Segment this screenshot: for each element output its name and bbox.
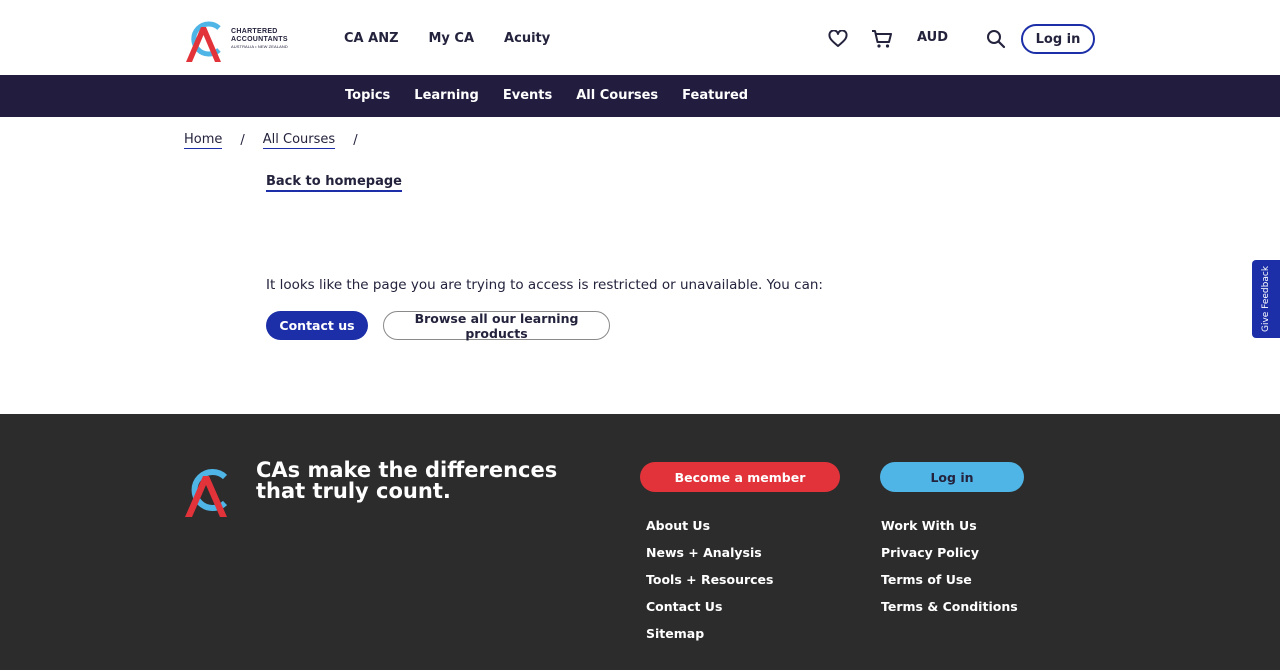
footer-links-col2: Work With Us Privacy Policy Terms of Use… — [881, 517, 1018, 625]
footer-tagline: CAs make the differences that truly coun… — [256, 458, 558, 503]
become-member-button[interactable]: Become a member — [640, 462, 840, 492]
footer-link-terms-of-use[interactable]: Terms of Use — [881, 571, 1018, 588]
breadcrumb-separator: / — [353, 133, 358, 148]
give-feedback-label: Give Feedback — [1261, 265, 1271, 333]
logo-text-chartered: CHARTERED — [231, 28, 278, 35]
logo-text-accountants: ACCOUNTANTS — [231, 36, 288, 43]
subnav-topics[interactable]: Topics — [345, 87, 390, 105]
subnav-all-courses[interactable]: All Courses — [576, 87, 658, 105]
footer-link-sitemap[interactable]: Sitemap — [646, 625, 773, 642]
footer-logo-icon — [185, 469, 228, 517]
breadcrumb-home[interactable]: Home — [184, 132, 223, 149]
heart-icon[interactable] — [827, 28, 849, 50]
footer-link-news-analysis[interactable]: News + Analysis — [646, 544, 773, 561]
breadcrumb: Home / All Courses / — [184, 132, 376, 149]
footer-link-contact-us[interactable]: Contact Us — [646, 598, 773, 615]
back-to-homepage-link[interactable]: Back to homepage — [266, 174, 402, 192]
nav-my-ca[interactable]: My CA — [429, 30, 475, 48]
subnav-featured[interactable]: Featured — [682, 87, 748, 105]
nav-acuity[interactable]: Acuity — [504, 30, 550, 48]
top-nav: CA ANZ My CA Acuity — [344, 30, 580, 48]
subnav-events[interactable]: Events — [503, 87, 552, 105]
footer-link-privacy-policy[interactable]: Privacy Policy — [881, 544, 1018, 561]
header-login-button[interactable]: Log in — [1021, 24, 1095, 54]
top-header: CHARTERED ACCOUNTANTS AUSTRALIA • NEW ZE… — [0, 0, 1280, 75]
subnav-learning[interactable]: Learning — [414, 87, 479, 105]
breadcrumb-separator: / — [240, 133, 245, 148]
restricted-message: It looks like the page you are trying to… — [266, 277, 823, 293]
cart-icon[interactable] — [870, 28, 894, 50]
footer-login-button[interactable]: Log in — [880, 462, 1024, 492]
footer-link-terms-conditions[interactable]: Terms & Conditions — [881, 598, 1018, 615]
footer: CAs make the differences that truly coun… — [0, 414, 1280, 670]
secondary-nav: Topics Learning Events All Courses Featu… — [0, 75, 1280, 117]
contact-us-button[interactable]: Contact us — [266, 311, 368, 340]
logo-mark-icon — [186, 21, 221, 62]
breadcrumb-all-courses[interactable]: All Courses — [262, 132, 336, 149]
nav-ca-anz[interactable]: CA ANZ — [344, 30, 399, 48]
footer-link-about-us[interactable]: About Us — [646, 517, 773, 534]
ca-anz-logo[interactable]: CHARTERED ACCOUNTANTS AUSTRALIA • NEW ZE… — [184, 15, 288, 63]
browse-learning-products-button[interactable]: Browse all our learning products — [383, 311, 610, 341]
give-feedback-tab[interactable]: Give Feedback — [1252, 260, 1280, 338]
footer-link-work-with-us[interactable]: Work With Us — [881, 517, 1018, 534]
logo-text-region: AUSTRALIA • NEW ZEALAND — [231, 44, 288, 49]
footer-links-col1: About Us News + Analysis Tools + Resourc… — [646, 517, 773, 652]
currency-selector[interactable]: AUD — [917, 30, 948, 45]
footer-link-tools-resources[interactable]: Tools + Resources — [646, 571, 773, 588]
search-icon[interactable] — [985, 28, 1007, 50]
